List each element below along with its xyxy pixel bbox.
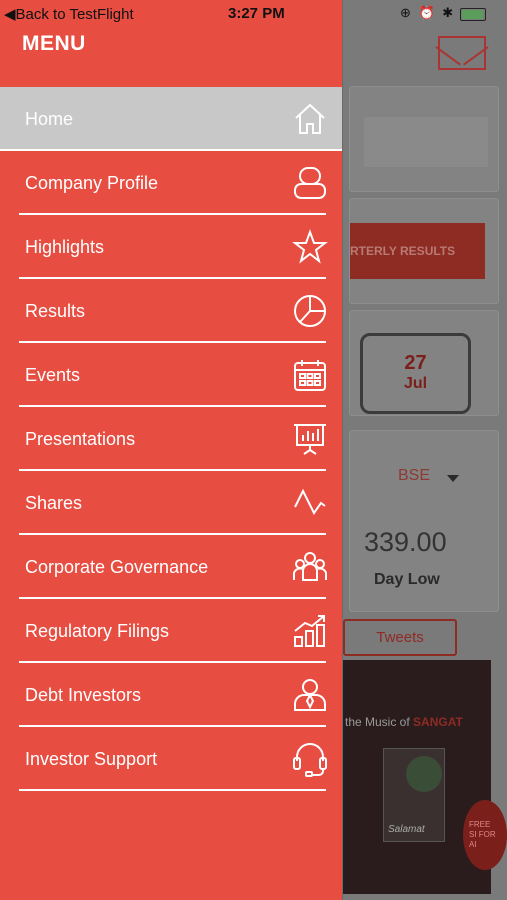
menu-item-label: Corporate Governance bbox=[25, 557, 209, 577]
quarterly-results-card[interactable]: RTERLY RESULTS bbox=[349, 198, 499, 304]
home-icon bbox=[292, 101, 328, 137]
menu-item-investor-support[interactable]: Investor Support bbox=[0, 727, 342, 791]
background-app: RTERLY RESULTS 27 Jul BSE 339.00 Day Low… bbox=[343, 0, 507, 900]
status-bar: ◀Back to TestFlight 3:27 PM ⊕ ⏰ ✱ bbox=[0, 0, 507, 28]
tweets-button[interactable]: Tweets bbox=[343, 619, 457, 656]
menu-item-events[interactable]: Events bbox=[0, 343, 342, 407]
price-value: 339.00 bbox=[364, 527, 447, 557]
menu-item-highlights[interactable]: Highlights bbox=[0, 215, 342, 279]
menu-item-label: Home bbox=[25, 109, 74, 129]
promo-badge: FREE SI FOR AI bbox=[463, 800, 507, 870]
presentation-icon bbox=[292, 421, 328, 457]
menu-title: MENU bbox=[22, 32, 86, 55]
menu-item-label: Presentations bbox=[25, 429, 136, 449]
status-time: 3:27 PM bbox=[228, 5, 285, 22]
banner-card[interactable] bbox=[349, 86, 499, 192]
mail-icon[interactable] bbox=[438, 36, 486, 70]
calendar-day: 27 bbox=[404, 352, 427, 374]
calendar-month: Jul bbox=[403, 375, 428, 392]
menu-item-label: Highlights bbox=[25, 237, 105, 257]
menu-item-regulatory-filings[interactable]: Regulatory Filings bbox=[0, 599, 342, 663]
back-arrow-icon: ◀ bbox=[4, 6, 16, 23]
divider bbox=[19, 789, 326, 791]
menu-item-label: Shares bbox=[25, 493, 83, 513]
menu-item-label: Regulatory Filings bbox=[25, 621, 170, 641]
menu-item-label: Results bbox=[25, 301, 86, 321]
calendar-icon bbox=[292, 357, 328, 393]
group-icon bbox=[292, 549, 328, 585]
menu-item-debt-investors[interactable]: Debt Investors bbox=[0, 663, 342, 727]
menu-item-results[interactable]: Results bbox=[0, 279, 342, 343]
exchange-select[interactable]: BSE bbox=[398, 467, 430, 485]
video-title: the Music of SANGAT bbox=[345, 715, 463, 729]
back-to-testflight[interactable]: ◀Back to TestFlight bbox=[4, 5, 134, 23]
menu-item-label: Events bbox=[25, 365, 81, 385]
menu-item-company-profile[interactable]: Company Profile bbox=[0, 151, 342, 215]
menu-item-label: Investor Support bbox=[25, 749, 158, 769]
headset-icon bbox=[292, 741, 328, 777]
menu-item-home[interactable]: Home bbox=[0, 87, 342, 151]
share-price-card: BSE 339.00 Day Low bbox=[349, 430, 499, 612]
video-card[interactable]: the Music of SANGAT Salamat FREE SI FOR … bbox=[343, 660, 507, 894]
menu-item-corporate-governance[interactable]: Corporate Governance bbox=[0, 535, 342, 599]
investor-icon bbox=[292, 677, 328, 713]
side-menu: MENU Home Company Profile Highlights Res… bbox=[0, 0, 342, 900]
battery-icon bbox=[460, 8, 486, 21]
banner-image bbox=[364, 117, 488, 167]
play-icon[interactable] bbox=[406, 756, 442, 792]
quarterly-results-button[interactable]: RTERLY RESULTS bbox=[350, 223, 485, 279]
menu-item-shares[interactable]: Shares bbox=[0, 471, 342, 535]
menu-item-label: Debt Investors bbox=[25, 685, 142, 705]
menu-item-presentations[interactable]: Presentations bbox=[0, 407, 342, 471]
menu-item-label: Company Profile bbox=[25, 173, 159, 193]
star-icon bbox=[292, 229, 328, 265]
profile-icon bbox=[292, 165, 328, 201]
pie-chart-icon bbox=[292, 293, 328, 329]
bar-chart-icon bbox=[292, 613, 328, 649]
events-card[interactable]: 27 Jul bbox=[349, 310, 499, 416]
status-icons: ⊕ ⏰ ✱ bbox=[400, 5, 456, 20]
menu-list: Home Company Profile Highlights Results bbox=[0, 87, 342, 791]
price-label: Day Low bbox=[374, 571, 440, 588]
chevron-down-icon[interactable] bbox=[447, 475, 459, 482]
calendar-icon: 27 Jul bbox=[360, 333, 471, 414]
line-chart-icon bbox=[292, 485, 328, 521]
